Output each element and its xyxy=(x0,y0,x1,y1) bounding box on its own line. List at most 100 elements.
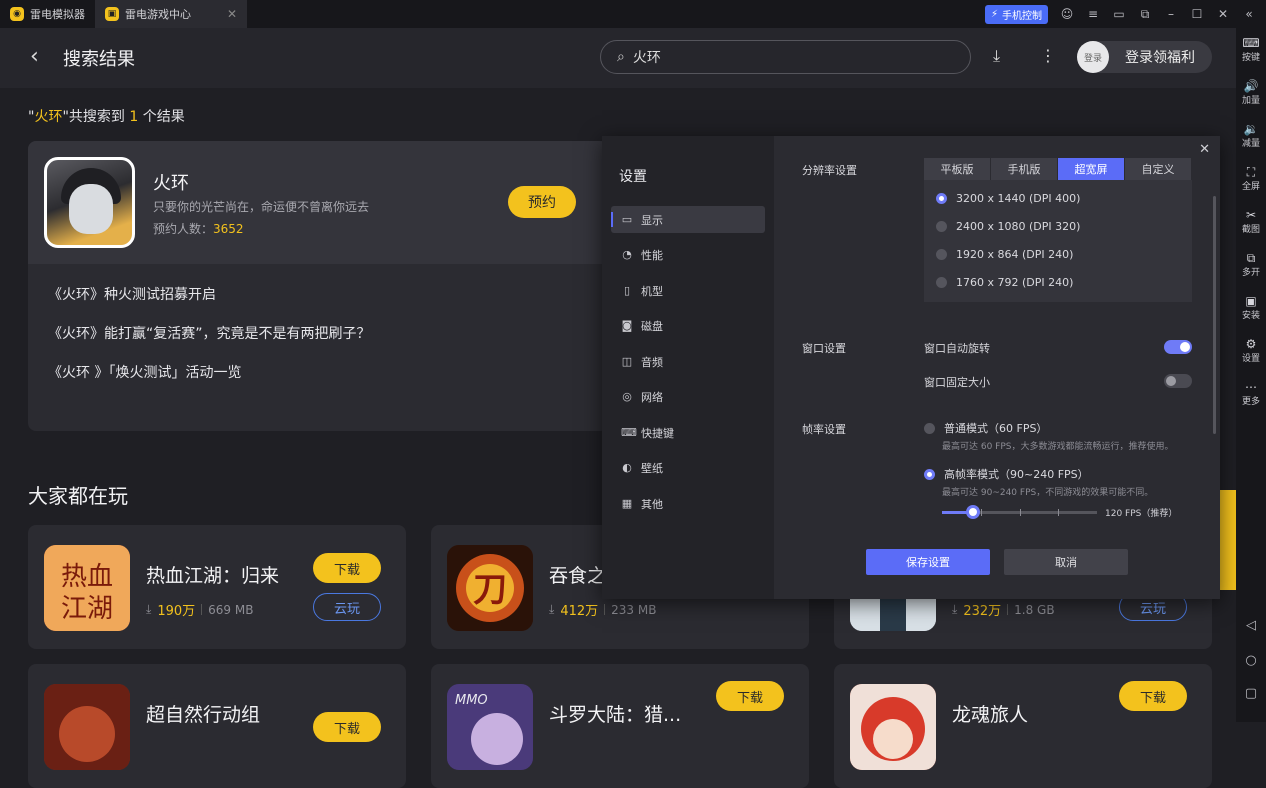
minimize-icon[interactable]: – xyxy=(1164,7,1178,21)
settings-menu-network[interactable]: ◎ 网络 xyxy=(611,383,765,410)
radio-selected[interactable] xyxy=(924,468,935,480)
download-count-icon: ⤓ xyxy=(549,602,555,616)
app-card[interactable]: 龙魂旅人 下载 xyxy=(834,664,1212,788)
app-name[interactable]: 超自然行动组 xyxy=(146,700,260,727)
app-icon-image[interactable] xyxy=(850,684,936,770)
news-link[interactable]: 《火环》种火测试招募开启 xyxy=(48,284,216,304)
settings-menu-disk[interactable]: ◙ 磁盘 xyxy=(611,312,765,339)
download-button[interactable]: 下载 xyxy=(1119,681,1187,711)
recent-nav-icon[interactable]: ▢ xyxy=(1236,686,1266,701)
resolution-option[interactable]: 1920 x 864 (DPI 240) xyxy=(936,248,1073,261)
cloud-play-button[interactable]: 云玩 xyxy=(313,593,381,621)
download-button[interactable]: 下载 xyxy=(716,681,784,711)
account-icon[interactable]: ☺ xyxy=(1060,7,1074,21)
app-icon-image[interactable]: MMO xyxy=(447,684,533,770)
settings-menu-performance[interactable]: ◔ 性能 xyxy=(611,241,765,268)
close-tab-icon[interactable]: ✕ xyxy=(227,7,237,21)
close-icon[interactable]: ✕ xyxy=(1199,142,1210,157)
game-name[interactable]: 火环 xyxy=(153,169,189,195)
toolbar-item-more[interactable]: ⋯ 更多 xyxy=(1242,380,1260,415)
login-button[interactable]: 登录 登录领福利 xyxy=(1077,41,1212,73)
download-button[interactable]: 下载 xyxy=(313,712,381,742)
res-tab-tablet[interactable]: 平板版 xyxy=(924,158,991,180)
fixed-size-toggle[interactable] xyxy=(1164,374,1192,388)
toolbar-item-keyboard[interactable]: ⌨ 按键 xyxy=(1242,36,1260,71)
slider-tick xyxy=(1058,509,1059,516)
resolution-option[interactable]: 3200 x 1440 (DPI 400) xyxy=(936,192,1080,205)
game-center-logo-icon: ▣ xyxy=(105,7,119,21)
more-icon: ⋯ xyxy=(1244,380,1257,394)
settings-menu-display[interactable]: ▭ 显示 xyxy=(611,206,765,233)
back-arrow-icon[interactable]: ‹ xyxy=(30,44,39,69)
search-box[interactable]: ⌕ xyxy=(600,40,971,74)
more-vertical-icon[interactable]: ⋮ xyxy=(1040,46,1056,65)
download-icon[interactable]: ⤓ xyxy=(993,46,1000,66)
featured-game-card[interactable]: 火环 只要你的光芒尚在，命运便不曾离你远去 预约人数：3652 预约 《火环》种… xyxy=(28,141,608,431)
menu-icon[interactable]: ≡ xyxy=(1086,7,1100,21)
minimize-mode-icon[interactable]: ▭ xyxy=(1112,7,1126,21)
disk-icon: ◙ xyxy=(621,319,633,332)
toolbar-item-label: 安装 xyxy=(1241,311,1260,321)
res-tab-phone[interactable]: 手机版 xyxy=(991,158,1058,180)
radio[interactable] xyxy=(936,277,947,288)
settings-menu-other[interactable]: ▦ 其他 xyxy=(611,490,765,517)
app-icon-image[interactable]: 热血 江湖 xyxy=(44,545,130,631)
app-card[interactable]: 热血 江湖 热血江湖：归来 ⤓ 190万 669 MB 下载 云玩 xyxy=(28,525,406,649)
radio-selected[interactable] xyxy=(936,193,947,204)
volume-up-icon: 🔊 xyxy=(1243,79,1259,93)
toolbar-item-gear[interactable]: ⚙ 设置 xyxy=(1242,337,1260,372)
settings-menu-model[interactable]: ▯ 机型 xyxy=(611,277,765,304)
toolbar-item-volume-up[interactable]: 🔊 加量 xyxy=(1242,79,1260,114)
collapse-sidebar-icon[interactable]: « xyxy=(1242,7,1256,21)
news-link[interactable]: 《火环》能打赢“复活赛”，究竟是不是有两把刷子？ xyxy=(48,323,371,343)
toolbar-item-multi-instance[interactable]: ⧉ 多开 xyxy=(1242,251,1260,286)
app-icon-image[interactable] xyxy=(44,684,130,770)
toolbar-item-volume-down[interactable]: 🔉 减量 xyxy=(1242,122,1260,157)
settings-menu-audio[interactable]: ◫ 音频 xyxy=(611,348,765,375)
scrollbar[interactable] xyxy=(1213,196,1216,434)
restore-icon[interactable]: ⧉ xyxy=(1138,7,1152,22)
radio[interactable] xyxy=(936,249,947,260)
fps-normal-option[interactable]: 普通模式（60 FPS） xyxy=(924,420,1047,436)
fps-value: 120 FPS（推荐） xyxy=(1105,509,1178,519)
toolbar-item-install[interactable]: ▣ 安装 xyxy=(1242,294,1260,329)
toolbar-item-scissors[interactable]: ✂ 截图 xyxy=(1242,208,1260,243)
resolution-option[interactable]: 2400 x 1080 (DPI 320) xyxy=(936,220,1080,233)
close-icon[interactable]: ✕ xyxy=(1216,7,1230,21)
resolution-option[interactable]: 1760 x 792 (DPI 240) xyxy=(936,276,1073,289)
fps-slider[interactable] xyxy=(942,505,1097,519)
res-tab-custom[interactable]: 自定义 xyxy=(1125,158,1192,180)
tab-emulator[interactable]: ◉ 雷电模拟器 xyxy=(0,0,95,28)
cancel-button[interactable]: 取消 xyxy=(1004,549,1128,575)
reserve-button[interactable]: 预约 xyxy=(508,186,576,218)
search-input[interactable] xyxy=(632,49,933,65)
settings-menu-shortcut[interactable]: ⌨ 快捷键 xyxy=(611,419,765,446)
radio[interactable] xyxy=(924,422,935,434)
tab-game-center[interactable]: ▣ 雷电游戏中心 ✕ xyxy=(95,0,248,28)
home-nav-icon[interactable]: ○ xyxy=(1236,653,1266,668)
auto-rotate-toggle[interactable] xyxy=(1164,340,1192,354)
slider-handle[interactable] xyxy=(966,505,980,519)
app-name[interactable]: 吞食之 xyxy=(549,561,606,588)
app-name[interactable]: 热血江湖：归来 xyxy=(146,561,279,588)
search-icon[interactable]: ⌕ xyxy=(617,49,625,65)
back-nav-icon[interactable]: ◁ xyxy=(1236,618,1266,633)
news-link[interactable]: 《火环 》「焕火测试」活动一览 xyxy=(48,362,241,382)
app-icon-image[interactable]: 刀 xyxy=(447,545,533,631)
app-card[interactable]: 超自然行动组 下载 xyxy=(28,664,406,788)
download-button[interactable]: 下载 xyxy=(313,553,381,583)
fps-settings-label: 帧率设置 xyxy=(802,423,846,436)
svg-text:江湖: 江湖 xyxy=(61,594,113,624)
settings-menu-wallpaper[interactable]: ◐ 壁纸 xyxy=(611,454,765,481)
app-name[interactable]: 斗罗大陆：猎... xyxy=(549,700,681,727)
app-name[interactable]: 龙魂旅人 xyxy=(952,700,1028,727)
game-cover-image[interactable] xyxy=(44,157,135,248)
toolbar-item-fullscreen[interactable]: ⛶ 全屏 xyxy=(1242,165,1260,200)
maximize-icon[interactable]: ☐ xyxy=(1190,7,1204,21)
phone-control-button[interactable]: ⚡ 手机控制 xyxy=(984,4,1048,24)
save-settings-button[interactable]: 保存设置 xyxy=(866,549,990,575)
res-tab-ultrawide[interactable]: 超宽屏 xyxy=(1058,158,1125,180)
radio[interactable] xyxy=(936,221,947,232)
app-card[interactable]: MMO 斗罗大陆：猎... 下载 xyxy=(431,664,809,788)
fps-high-option[interactable]: 高帧率模式（90~240 FPS） xyxy=(924,466,1089,482)
